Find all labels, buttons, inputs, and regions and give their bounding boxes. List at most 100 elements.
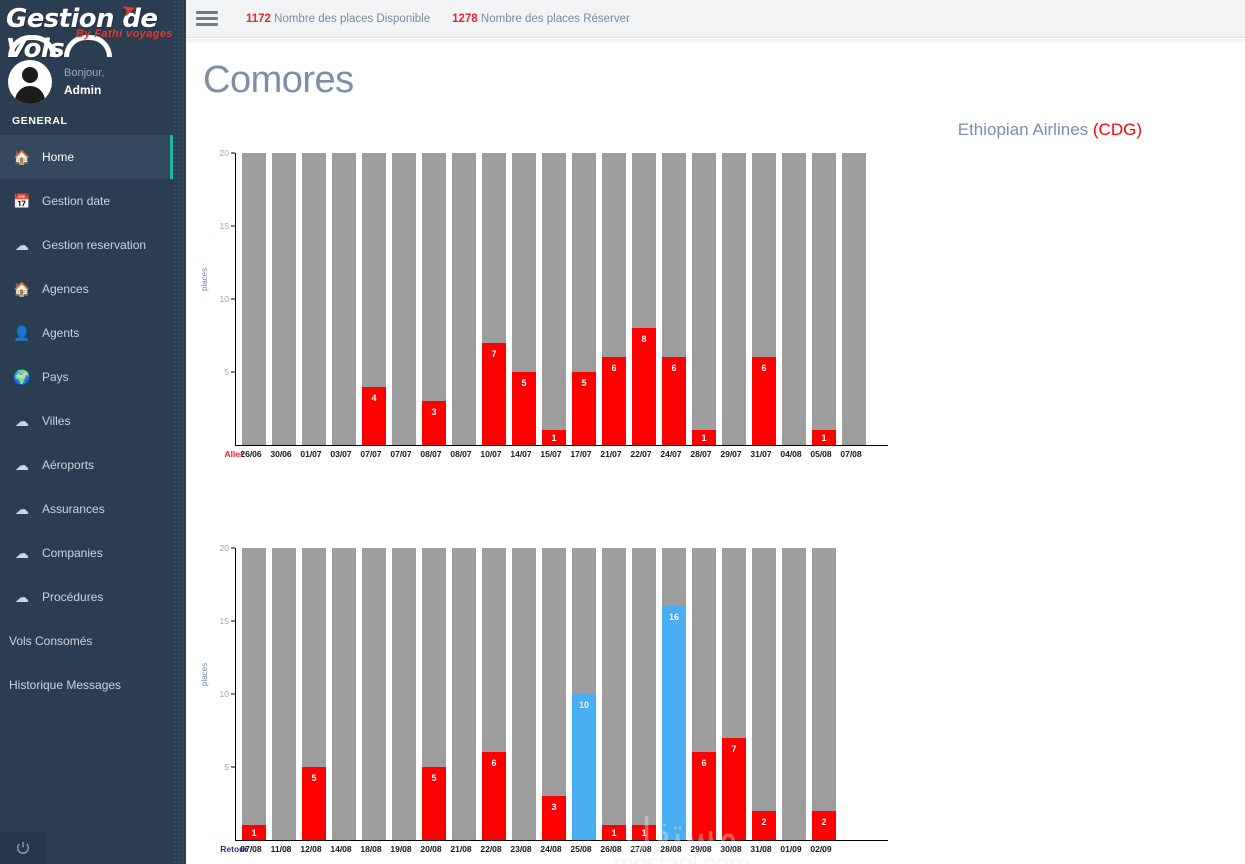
sidebar-nav: 🏠 Home 📅 Gestion date ☁ Gestion reservation 🏠 A… xyxy=(0,135,173,707)
x-axis-tick-label: 14/07 xyxy=(510,449,532,459)
app-logo[interactable]: Gestion de Vols ➤ By Fathi voyages xyxy=(0,0,173,64)
x-axis-tick-label: 08/07 xyxy=(450,449,472,459)
x-axis-tick-label: 08/07 xyxy=(420,449,442,459)
power-icon xyxy=(16,842,29,854)
sidebar-item-a-roports[interactable]: ☁ Aéroports xyxy=(0,443,173,487)
sidebar-item-villes[interactable]: ☁ Villes xyxy=(0,399,173,443)
sidebar-item-label: Gestion date xyxy=(42,194,111,208)
x-axis-tick-label: 05/08 xyxy=(810,449,832,459)
x-axis-tick-label: 31/08 xyxy=(750,844,772,854)
bar-capacity xyxy=(362,548,386,840)
chart-aller: places 5 10 15 20 20 20 20 20 6 4 20 7 3 20 13 7 15 5 19 1 15… xyxy=(200,148,923,468)
logout-button[interactable] xyxy=(0,832,45,864)
sidebar-item-pays[interactable]: 🌍 Pays xyxy=(0,355,173,399)
chart-direction-label: Retour xyxy=(220,844,248,854)
x-axis-tick-label: 27/08 xyxy=(630,844,652,854)
logo-subtitle: By Fathi voyages xyxy=(76,28,173,40)
bar-overlay-value: 6 xyxy=(761,363,767,374)
sidebar-item-proc-dures[interactable]: ☁ Procédures xyxy=(0,575,173,619)
x-axis-tick-label: 30/06 xyxy=(270,449,292,459)
bar-capacity xyxy=(722,153,746,445)
bar-overlay-value: 2 xyxy=(761,816,767,827)
x-axis-tick-label: 31/07 xyxy=(750,449,772,459)
bar-capacity xyxy=(752,548,776,840)
x-axis-tick-label: 29/08 xyxy=(690,844,712,854)
bar-capacity xyxy=(632,548,656,840)
bar-overlay-value: 1 xyxy=(611,828,617,838)
bar-capacity xyxy=(332,548,356,840)
bar-overlay-value: 6 xyxy=(491,758,497,769)
y-axis-tick: 15 xyxy=(219,221,229,231)
sidebar-item-companies[interactable]: ☁ Companies xyxy=(0,531,173,575)
x-axis-tick-label: 20/08 xyxy=(420,844,442,854)
bar-capacity xyxy=(452,153,476,445)
x-axis-tick-label: 30/08 xyxy=(720,844,742,854)
stat-reserver-label: Nombre des places Réserver xyxy=(480,12,630,25)
y-axis-tick: 20 xyxy=(219,543,229,553)
y-axis-tick: 15 xyxy=(219,616,229,626)
bar-capacity xyxy=(812,548,836,840)
y-axis-tick: 10 xyxy=(219,689,229,699)
y-axis-label: places xyxy=(200,267,209,291)
x-axis-tick-label: 17/07 xyxy=(570,449,592,459)
stat-disponible-label: Nombre des places Disponible xyxy=(274,12,431,25)
cloud-icon: ☁ xyxy=(15,501,29,517)
cloud-icon: ☁ xyxy=(15,589,29,605)
sidebar-item-label: Gestion reservation xyxy=(42,238,147,252)
x-axis-tick-label: 10/07 xyxy=(480,449,502,459)
y-axis-tick: 20 xyxy=(219,148,229,158)
x-axis-tick-label: 21/08 xyxy=(450,844,472,854)
sidebar-item-agences[interactable]: 🏠 Agences xyxy=(0,267,173,311)
x-axis-tick-label: 29/07 xyxy=(720,449,742,459)
house-icon: 🏠 xyxy=(13,149,31,165)
x-axis-tick-label: 24/07 xyxy=(660,449,682,459)
bar-capacity xyxy=(782,548,806,840)
bar-overlay-value: 1 xyxy=(821,433,827,443)
bar-capacity xyxy=(272,548,296,840)
user-profile[interactable]: Bonjour, Admin xyxy=(0,47,173,109)
sidebar-item-label: Procédures xyxy=(42,590,104,604)
x-axis-tick-label: 22/07 xyxy=(630,449,652,459)
sidebar-item-label: Historique Messages xyxy=(9,678,122,692)
x-axis-line xyxy=(235,445,888,446)
chart-retour: places 5 10 15 20 19 1 20 15 5 20 20 20 15 5 20 14 6 20 17 3… xyxy=(200,543,923,863)
stat-reserver-value: 1278 xyxy=(452,12,478,25)
sidebar-item-home[interactable]: 🏠 Home xyxy=(0,135,173,179)
hamburger-icon[interactable] xyxy=(190,11,224,26)
bar-capacity xyxy=(332,153,356,445)
bar-overlay-value: 5 xyxy=(311,773,317,783)
bar-overlay-value: 8 xyxy=(641,334,647,345)
x-axis-tick-label: 07/07 xyxy=(390,449,412,459)
sidebar-item-label: Aéroports xyxy=(42,458,95,472)
x-axis-tick-label: 12/08 xyxy=(300,844,322,854)
x-axis-line xyxy=(235,840,888,841)
bar-capacity xyxy=(692,153,716,445)
sidebar-item-historique-messages[interactable]: Historique Messages xyxy=(0,663,173,707)
bar-overlay-value: 5 xyxy=(581,378,587,388)
x-axis-tick-label: 28/07 xyxy=(690,449,712,459)
sidebar-item-vols-consom-s[interactable]: Vols Consomés xyxy=(0,619,173,663)
sidebar-item-label: Home xyxy=(42,150,75,164)
sidebar-item-assurances[interactable]: ☁ Assurances xyxy=(0,487,173,531)
user-text: Bonjour, Admin xyxy=(64,65,104,100)
bar-overlay-value: 1 xyxy=(701,433,707,443)
bar-overlay-value: 10 xyxy=(578,700,589,710)
x-axis-tick-label: 07/07 xyxy=(360,449,382,459)
person-icon: 👤 xyxy=(13,325,31,341)
bar-capacity xyxy=(842,153,866,445)
user-greeting: Bonjour, xyxy=(64,66,105,79)
bar-capacity xyxy=(392,548,416,840)
x-axis-tick-label: 02/09 xyxy=(810,844,832,854)
sidebar: Gestion de Vols ➤ By Fathi voyages Bonjo… xyxy=(0,0,173,864)
main-content: Comores Ethiopian Airlines (CDG) places 5… xyxy=(186,45,1245,864)
sidebar-item-gestion-reservation[interactable]: ☁ Gestion reservation xyxy=(0,223,173,267)
sidebar-item-gestion-date[interactable]: 📅 Gestion date xyxy=(0,179,173,223)
bar-capacity xyxy=(542,153,566,445)
cloud-icon: ☁ xyxy=(15,413,29,429)
y-axis-tick: 5 xyxy=(224,367,229,377)
bar-overlay-bloqu- xyxy=(662,606,686,840)
sidebar-item-label: Companies xyxy=(42,546,103,560)
page-title: Comores xyxy=(203,59,354,101)
globe-icon: 🌍 xyxy=(13,369,31,385)
sidebar-item-agents[interactable]: 👤 Agents xyxy=(0,311,173,355)
